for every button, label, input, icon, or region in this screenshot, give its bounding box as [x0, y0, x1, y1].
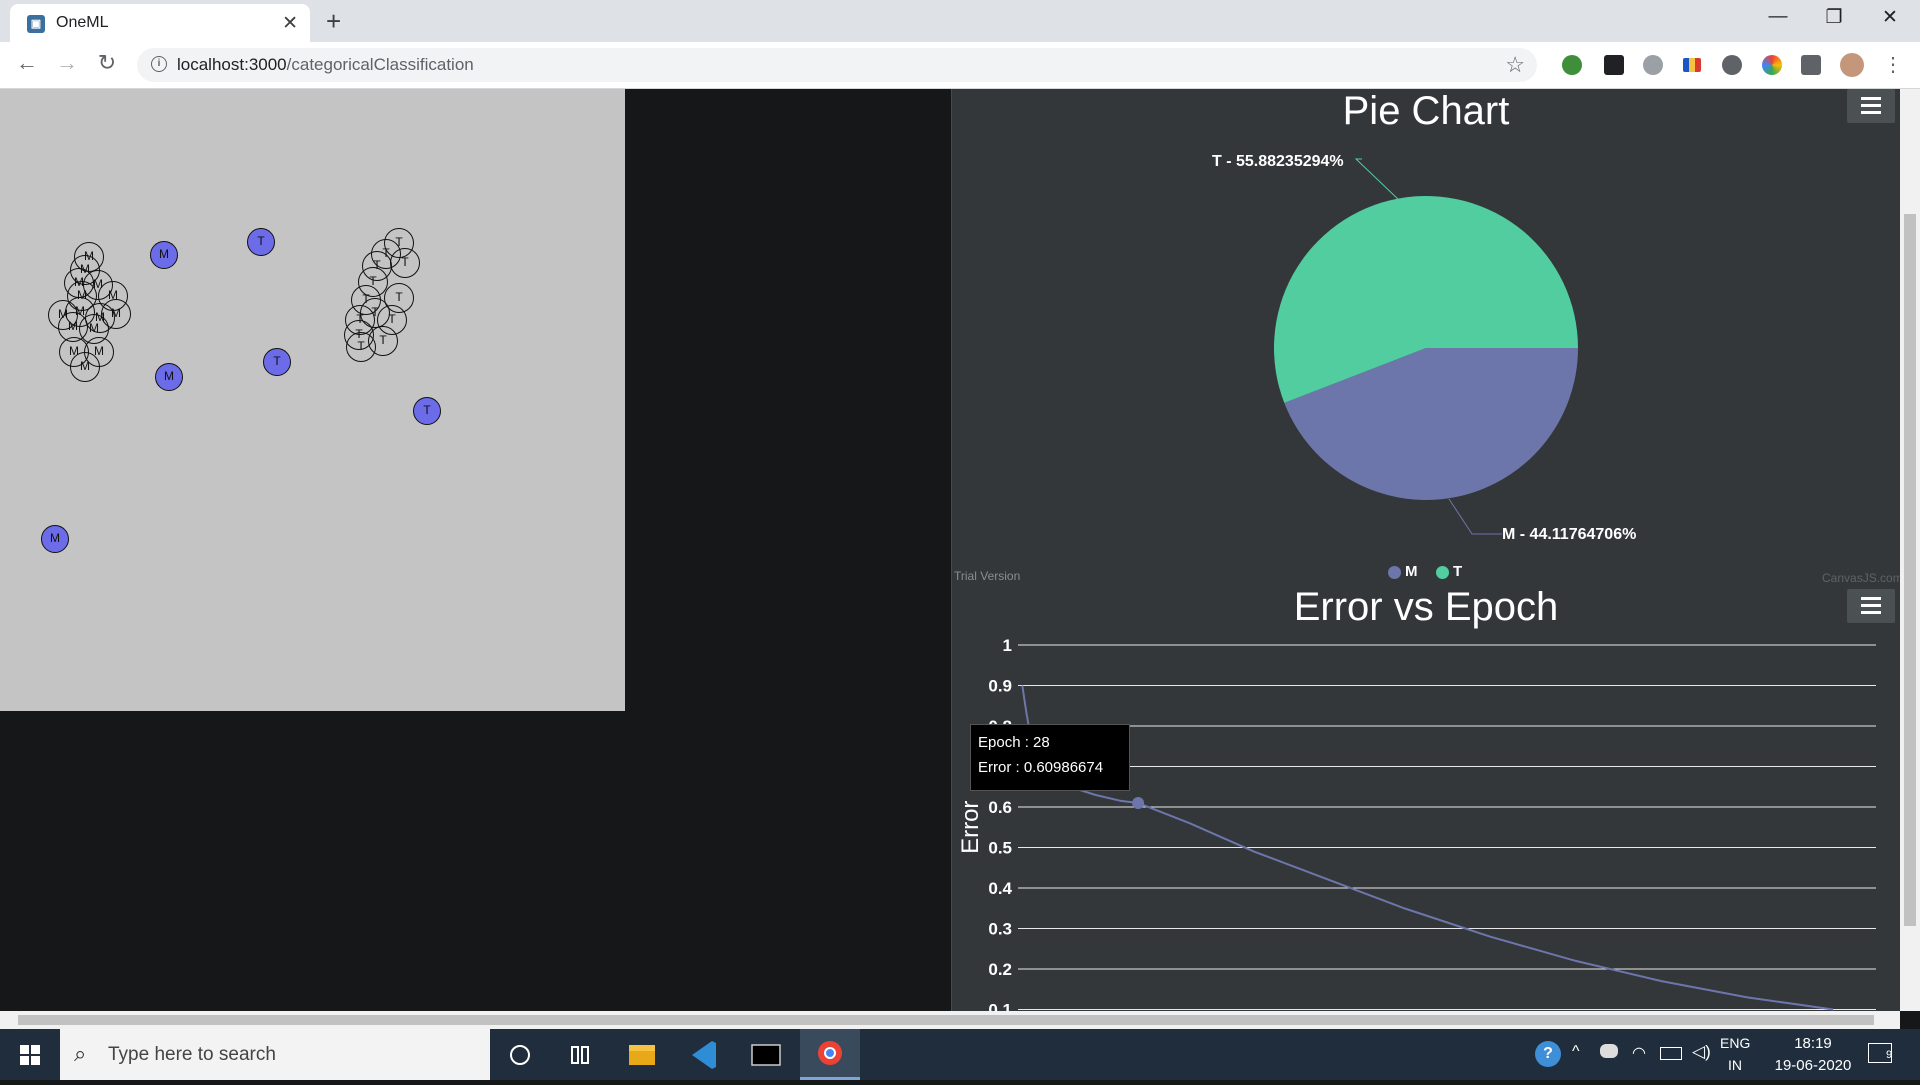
profile-avatar[interactable] [1840, 53, 1864, 77]
windows-taskbar: ⌕ Type here to search ? ^ ◠ ◁) ENG IN 18… [0, 1029, 1920, 1080]
scatter-point-m: M [155, 363, 183, 391]
scatter-point-t: T [247, 228, 275, 256]
wifi-icon[interactable]: ◠ [1632, 1043, 1646, 1063]
reload-icon[interactable]: ↻ [92, 50, 122, 76]
close-window-icon[interactable]: ✕ [1862, 6, 1918, 29]
minimize-icon[interactable]: — [1750, 6, 1806, 28]
y-tick-label: 0.4 [988, 879, 1012, 898]
canvasjs-watermark: CanvasJS.com [1822, 571, 1903, 585]
browser-tab-strip: ▣ OneML ✕ + — ❐ ✕ [0, 0, 1920, 42]
y-tick-label: 0.9 [988, 677, 1012, 696]
pie-label-connector-m [1448, 498, 1502, 535]
extension-box-icon[interactable] [1604, 55, 1624, 75]
task-view-icon[interactable] [550, 1029, 610, 1080]
error-epoch-line-chart: Error10.90.80.70.60.50.40.30.20.1 [957, 636, 1876, 1012]
extension-globe-icon[interactable] [1562, 55, 1582, 75]
help-icon[interactable]: ? [1535, 1041, 1561, 1067]
language-code[interactable]: ENG [1720, 1035, 1750, 1051]
start-button[interactable] [0, 1029, 60, 1080]
scatter-point-t: T [263, 348, 291, 376]
extension-adblock-icon[interactable] [1643, 55, 1663, 75]
charts-panel: Pie Chart M - 44.11764706% T - 55.8823529… [951, 89, 1903, 1012]
browser-tab[interactable]: ▣ OneML ✕ [10, 4, 310, 42]
y-tick-label: 0.1 [988, 1001, 1012, 1012]
terminal-icon[interactable] [736, 1029, 796, 1080]
scatter-point-m: M [70, 352, 100, 382]
legend-item-m[interactable]: M [1388, 563, 1418, 580]
legend-m-dot [1388, 565, 1401, 579]
tab-title: OneML [56, 14, 109, 31]
scatter-point-m: M [150, 241, 178, 269]
region-code[interactable]: IN [1728, 1057, 1742, 1073]
pie-label-connector-t [1354, 158, 1400, 201]
chart-tooltip: Epoch : 28 Error : 0.60986674 [970, 724, 1130, 791]
scatter-point-t: T [390, 248, 420, 278]
windows-logo-icon [20, 1045, 40, 1065]
bookmark-star-icon[interactable]: ☆ [1505, 52, 1525, 78]
extension-incognito-icon[interactable] [1722, 55, 1742, 75]
tab-favicon-icon: ▣ [27, 15, 45, 33]
y-tick-label: 0.2 [988, 960, 1012, 979]
search-placeholder: Type here to search [108, 1044, 276, 1065]
horizontal-scrollbar[interactable] [0, 1011, 1900, 1029]
taskbar-search-box[interactable]: ⌕ Type here to search [60, 1029, 490, 1080]
notification-count-badge: 9 [1886, 1049, 1893, 1061]
y-tick-label: 0.6 [988, 798, 1012, 817]
cortana-icon[interactable] [490, 1029, 550, 1080]
onedrive-icon[interactable] [1600, 1044, 1618, 1058]
vscode-icon[interactable] [674, 1029, 734, 1080]
y-tick-label: 1 [1003, 636, 1012, 655]
site-info-icon[interactable]: i [151, 56, 167, 72]
tooltip-epoch: Epoch : 28 [978, 734, 1050, 751]
restore-icon[interactable]: ❐ [1806, 6, 1862, 29]
pie-label-m: M - 44.11764706% [1502, 526, 1636, 543]
y-tick-label: 0.3 [988, 920, 1012, 939]
horizontal-scroll-thumb[interactable] [18, 1015, 1874, 1025]
new-tab-plus-icon[interactable]: + [326, 6, 341, 37]
browser-menu-icon[interactable]: ⋮ [1878, 52, 1908, 77]
y-tick-label: 0.5 [988, 839, 1012, 858]
tray-chevron-up-icon[interactable]: ^ [1572, 1043, 1580, 1061]
y-axis-title: Error [957, 801, 984, 854]
url-path: /categoricalClassification [286, 55, 474, 74]
legend-t-label: T [1453, 563, 1463, 580]
pie-label-t: T - 55.88235294% [1212, 153, 1344, 170]
url-text: localhost:3000/categoricalClassification [177, 55, 474, 75]
pie-chart-svg: M - 44.11764706% T - 55.88235294% [1212, 153, 1636, 543]
tooltip-error: Error : 0.60986674 [978, 759, 1104, 776]
classification-scatter-canvas[interactable]: MTMTTMMMMMMMMMMMMMMMMTTTTTTTTTTTTT [0, 89, 625, 711]
clock-time[interactable]: 18:19 [1768, 1035, 1858, 1052]
scatter-point-t: T [346, 332, 376, 362]
extensions-puzzle-icon[interactable] [1801, 55, 1821, 75]
legend-t-dot [1436, 565, 1449, 579]
extension-color-icon[interactable] [1762, 55, 1782, 75]
clock-date[interactable]: 19-06-2020 [1768, 1057, 1858, 1074]
trial-version-text: Trial Version [954, 569, 1021, 583]
url-host: localhost:3000 [177, 55, 287, 74]
chrome-taskbar-icon[interactable] [800, 1029, 860, 1080]
address-bar[interactable]: i localhost:3000/categoricalClassificati… [137, 48, 1537, 82]
file-explorer-icon[interactable] [612, 1029, 672, 1080]
battery-icon[interactable] [1660, 1047, 1682, 1060]
browser-toolbar: ← → ↻ i localhost:3000/categoricalClassi… [0, 42, 1920, 89]
extension-flag-icon[interactable] [1683, 58, 1701, 72]
tab-close-icon[interactable]: ✕ [282, 12, 298, 35]
scatter-point-m: M [41, 525, 69, 553]
vertical-scrollbar[interactable] [1900, 89, 1920, 1011]
scatter-point-t: T [413, 397, 441, 425]
back-arrow-icon[interactable]: ← [12, 50, 42, 76]
highlighted-data-point[interactable] [1132, 797, 1145, 810]
vertical-scroll-thumb[interactable] [1904, 214, 1916, 926]
volume-icon[interactable]: ◁) [1692, 1042, 1711, 1062]
legend-item-t[interactable]: T [1436, 563, 1462, 580]
forward-arrow-icon[interactable]: → [52, 50, 82, 76]
legend-m-label: M [1405, 563, 1418, 580]
search-icon: ⌕ [74, 1041, 87, 1066]
